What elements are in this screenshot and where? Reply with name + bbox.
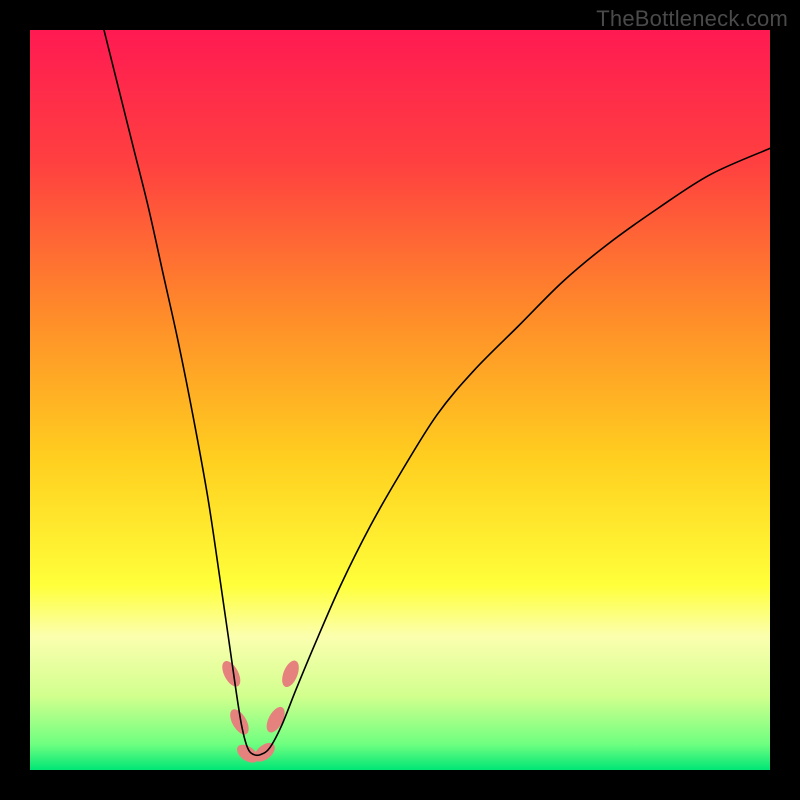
chart-svg: [30, 30, 770, 770]
gradient-background: [30, 30, 770, 770]
plot-area: [30, 30, 770, 770]
watermark-text: TheBottleneck.com: [596, 6, 788, 32]
chart-frame: TheBottleneck.com: [0, 0, 800, 800]
